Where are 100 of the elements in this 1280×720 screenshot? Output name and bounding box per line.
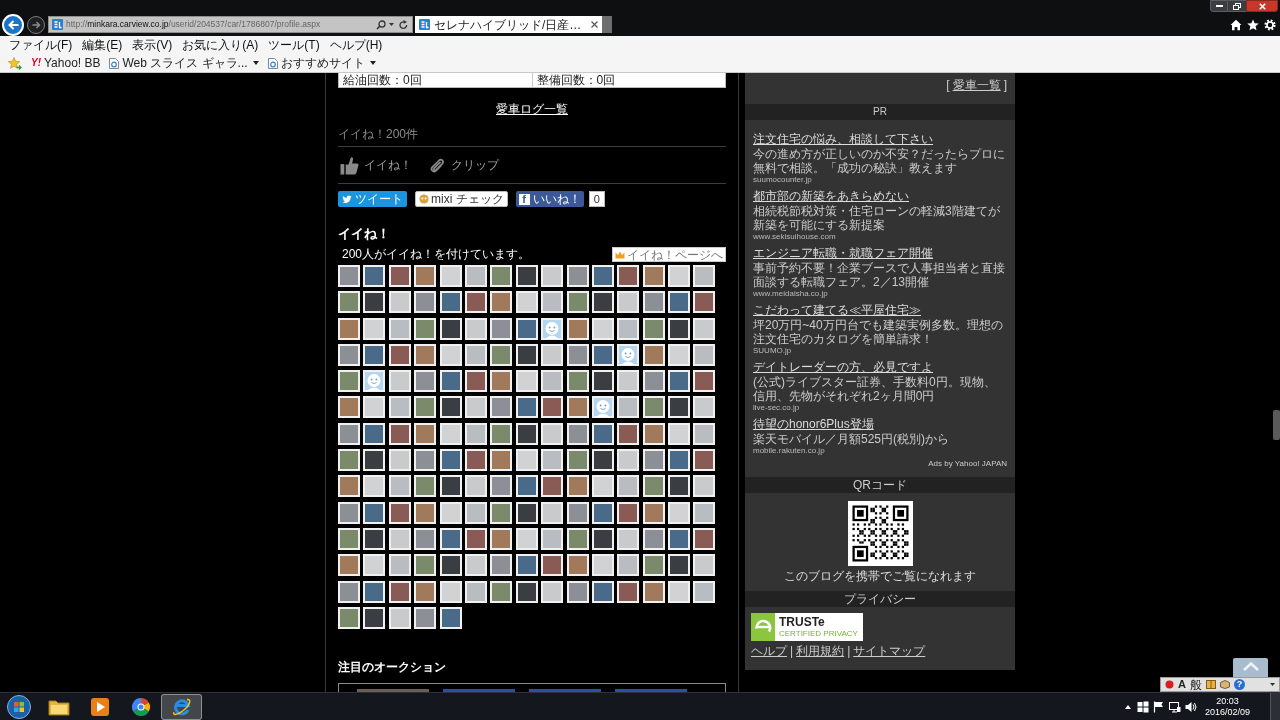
user-photo[interactable] bbox=[363, 343, 386, 366]
user-photo[interactable] bbox=[439, 475, 462, 498]
privacy-seal[interactable]: TRUSTe CERTIFIED PRIVACY bbox=[751, 613, 863, 641]
user-photo[interactable] bbox=[668, 527, 691, 550]
user-photo[interactable] bbox=[388, 580, 411, 603]
default-avatar-icon[interactable] bbox=[363, 370, 386, 393]
user-photo[interactable] bbox=[338, 370, 360, 393]
user-photo[interactable] bbox=[464, 554, 487, 577]
user-photo[interactable] bbox=[515, 449, 538, 472]
user-photo[interactable] bbox=[642, 291, 665, 314]
help-button[interactable]: ? bbox=[1233, 679, 1245, 690]
user-photo[interactable] bbox=[439, 370, 462, 393]
user-photo[interactable] bbox=[693, 554, 716, 577]
favorites-link[interactable]: Y! Yahoo! BB bbox=[31, 57, 101, 69]
restore-button[interactable] bbox=[1228, 0, 1246, 12]
likes-page-link[interactable]: イイね！ページへ bbox=[612, 247, 726, 262]
user-photo[interactable] bbox=[541, 501, 564, 524]
box-icon[interactable] bbox=[1219, 680, 1230, 689]
user-photo[interactable] bbox=[338, 422, 360, 445]
user-photo[interactable] bbox=[642, 265, 665, 287]
user-photo[interactable] bbox=[541, 422, 564, 445]
user-photo[interactable] bbox=[363, 265, 386, 287]
user-photo[interactable] bbox=[566, 501, 589, 524]
user-photo[interactable] bbox=[566, 580, 589, 603]
user-photo[interactable] bbox=[693, 580, 716, 603]
ime-mode-button[interactable]: 般 bbox=[1189, 678, 1202, 691]
user-photo[interactable] bbox=[338, 449, 360, 472]
user-photo[interactable] bbox=[541, 343, 564, 366]
favorites-link[interactable]: Web スライス ギャラ... bbox=[109, 57, 259, 69]
user-photo[interactable] bbox=[617, 580, 640, 603]
user-photo[interactable] bbox=[388, 527, 411, 550]
user-photo[interactable] bbox=[490, 291, 513, 314]
ad-title-link[interactable]: エンジニア転職・就職フェア開催 bbox=[753, 246, 933, 261]
user-photo[interactable] bbox=[515, 580, 538, 603]
user-photo[interactable] bbox=[566, 422, 589, 445]
book-icon[interactable] bbox=[1205, 680, 1216, 689]
user-photo[interactable] bbox=[490, 265, 513, 287]
user-photo[interactable] bbox=[490, 527, 513, 550]
user-photo[interactable] bbox=[668, 422, 691, 445]
user-photo[interactable] bbox=[363, 554, 386, 577]
user-photo[interactable] bbox=[490, 554, 513, 577]
ad-title-link[interactable]: デイトレーダーの方、必見ですよ bbox=[753, 360, 933, 375]
user-photo[interactable] bbox=[515, 396, 538, 419]
refresh-icon[interactable] bbox=[399, 19, 408, 30]
user-photo[interactable] bbox=[388, 343, 411, 366]
car-log-link[interactable]: 愛車ログ一覧 bbox=[496, 102, 568, 117]
back-button[interactable] bbox=[2, 13, 24, 36]
address-field[interactable]: http://minkara.carview.co.jp/userid/204537/car/1786807/profile.aspx bbox=[48, 16, 413, 33]
user-photo[interactable] bbox=[566, 343, 589, 366]
default-avatar-icon[interactable] bbox=[617, 343, 640, 366]
user-photo[interactable] bbox=[388, 554, 411, 577]
user-photo[interactable] bbox=[414, 580, 437, 603]
user-photo[interactable] bbox=[566, 317, 589, 340]
user-photo[interactable] bbox=[363, 527, 386, 550]
user-photo[interactable] bbox=[338, 291, 360, 314]
user-photo[interactable] bbox=[388, 370, 411, 393]
user-photo[interactable] bbox=[338, 343, 360, 366]
user-photo[interactable] bbox=[591, 370, 614, 393]
user-photo[interactable] bbox=[388, 501, 411, 524]
user-photo[interactable] bbox=[566, 554, 589, 577]
user-photo[interactable] bbox=[414, 370, 437, 393]
user-photo[interactable] bbox=[591, 265, 614, 287]
user-photo[interactable] bbox=[464, 449, 487, 472]
user-photo[interactable] bbox=[541, 580, 564, 603]
user-photo[interactable] bbox=[439, 265, 462, 287]
user-photo[interactable] bbox=[591, 317, 614, 340]
favorites-link[interactable]: おすすめサイト bbox=[267, 57, 376, 69]
new-tab-button[interactable] bbox=[602, 16, 613, 33]
user-photo[interactable] bbox=[566, 475, 589, 498]
default-avatar-icon[interactable] bbox=[541, 317, 564, 340]
user-photo[interactable] bbox=[338, 475, 360, 498]
car-list-link[interactable]: 愛車一覧 bbox=[952, 78, 1001, 93]
caret-icon[interactable] bbox=[1270, 683, 1275, 686]
user-photo[interactable] bbox=[363, 580, 386, 603]
user-photo[interactable] bbox=[490, 396, 513, 419]
ad-title-link[interactable]: 都市部の新築をあきらめない bbox=[753, 189, 909, 204]
user-photo[interactable] bbox=[363, 396, 386, 419]
user-photo[interactable] bbox=[668, 396, 691, 419]
user-photo[interactable] bbox=[515, 265, 538, 287]
user-photo[interactable] bbox=[464, 527, 487, 550]
mixi-check-button[interactable]: mixi チェック bbox=[415, 191, 508, 207]
user-photo[interactable] bbox=[490, 449, 513, 472]
user-photo[interactable] bbox=[414, 291, 437, 314]
ad-title-link[interactable]: 待望のhonor6Plus登場 bbox=[753, 417, 874, 432]
user-photo[interactable] bbox=[693, 291, 716, 314]
user-photo[interactable] bbox=[414, 343, 437, 366]
user-photo[interactable] bbox=[693, 527, 716, 550]
user-photo[interactable] bbox=[642, 317, 665, 340]
star-icon[interactable] bbox=[8, 56, 22, 70]
user-photo[interactable] bbox=[668, 475, 691, 498]
user-photo[interactable] bbox=[363, 449, 386, 472]
settings-icon[interactable] bbox=[1264, 18, 1276, 31]
browser-tab[interactable]: セレナハイブリッド/日産… bbox=[415, 16, 603, 33]
user-photo[interactable] bbox=[642, 422, 665, 445]
clip-button[interactable]: クリップ bbox=[428, 156, 499, 174]
user-photo[interactable] bbox=[591, 501, 614, 524]
user-photo[interactable] bbox=[515, 501, 538, 524]
user-photo[interactable] bbox=[668, 449, 691, 472]
user-photo[interactable] bbox=[439, 396, 462, 419]
user-photo[interactable] bbox=[668, 343, 691, 366]
